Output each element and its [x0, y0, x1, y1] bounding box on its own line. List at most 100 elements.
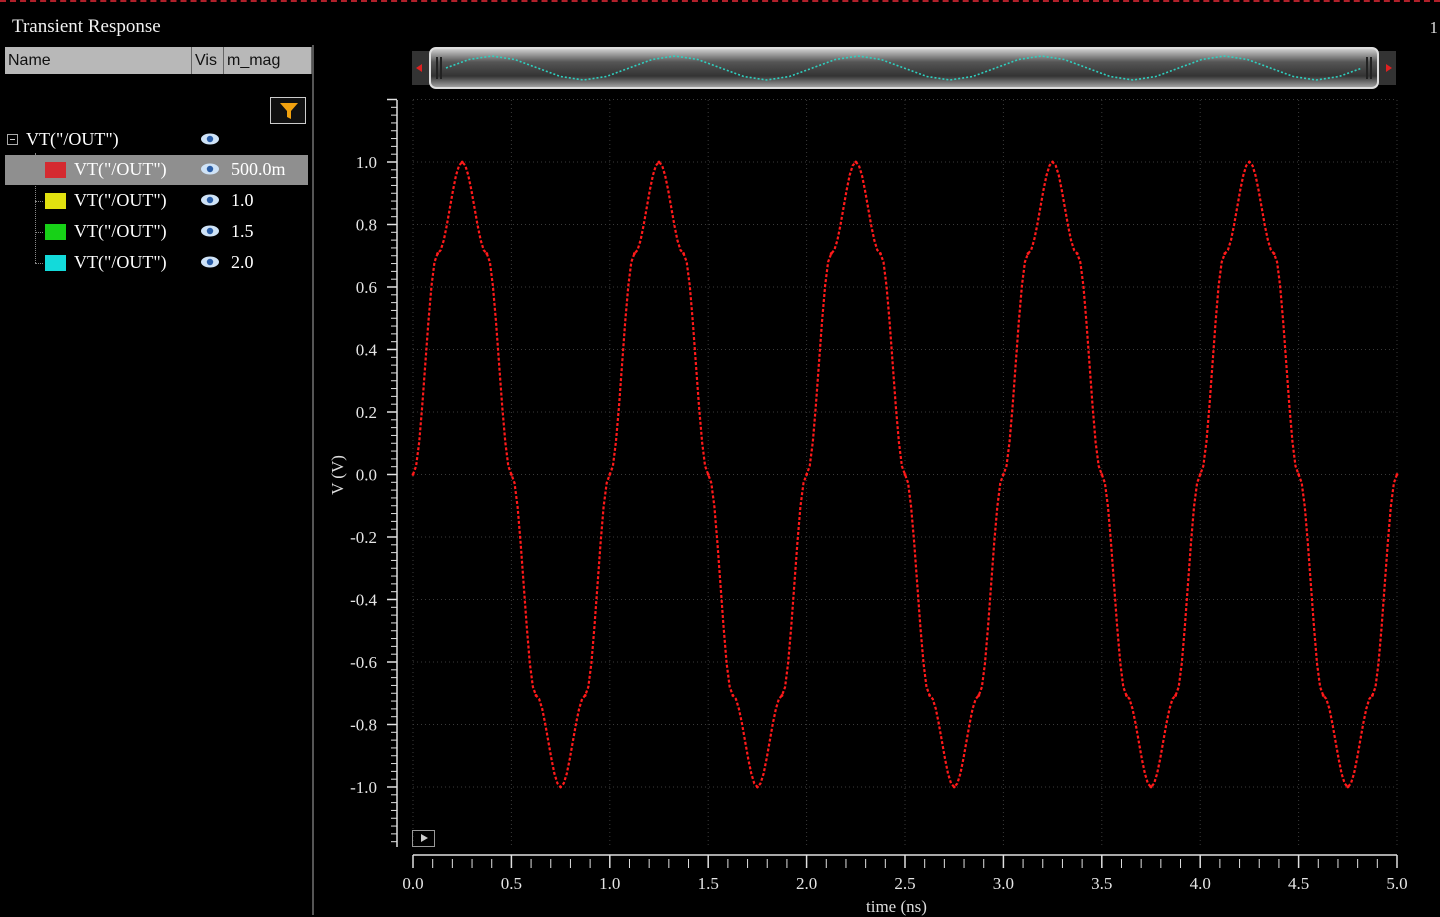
y-tick-label: 0.2 [356, 403, 377, 422]
x-tick-label: 2.0 [796, 874, 817, 893]
y-tick-label: 0.4 [356, 341, 378, 360]
marker-value: 500.0m [231, 159, 286, 179]
x-tick-label: 4.5 [1288, 874, 1309, 893]
y-tick-label: 0.6 [356, 278, 377, 297]
x-tick-label: 1.5 [698, 874, 719, 893]
data-point [657, 160, 661, 164]
data-point [1272, 252, 1276, 255]
data-point [608, 473, 612, 476]
data-point [928, 694, 931, 697]
y-tick-label: -1.0 [350, 778, 377, 797]
column-header-m-mag[interactable]: m_mag [224, 47, 312, 74]
data-point [1100, 473, 1104, 476]
data-point [559, 785, 562, 789]
data-point [903, 473, 907, 476]
eye-icon[interactable] [200, 132, 220, 146]
data-point [780, 694, 784, 697]
column-header-name[interactable]: Name [5, 47, 192, 74]
data-point [682, 252, 685, 255]
column-header-vis[interactable]: Vis [192, 47, 224, 74]
eye-icon[interactable] [200, 255, 220, 269]
marker-value: 1.5 [231, 221, 254, 241]
tree-row-signal-4[interactable]: VT("/OUT") 2.0 [0, 248, 308, 278]
data-point [1371, 694, 1374, 697]
data-point [805, 473, 808, 476]
x-tick-label: 5.0 [1386, 874, 1407, 893]
data-point [854, 160, 858, 164]
waveform-plot[interactable]: 1.0 0.8 0.6 0.4 0.2 0.0 -0.2 -0.4 -0.6 -0.8 -1.0 0.… [330, 95, 1420, 897]
data-point [485, 252, 489, 255]
data-point [731, 694, 735, 697]
data-point [1051, 160, 1054, 164]
data-point [977, 694, 981, 697]
data-point [1297, 473, 1300, 476]
data-point [756, 785, 759, 789]
data-point [510, 473, 513, 476]
data-point [1125, 694, 1128, 697]
data-point [1223, 252, 1227, 255]
window-title: Transient Response [12, 16, 161, 37]
x-tick-label: 3.0 [993, 874, 1014, 893]
x-tick-label: 0.5 [501, 874, 522, 893]
data-point [1321, 694, 1325, 697]
tree-row-signal-2[interactable]: VT("/OUT") 1.0 [0, 186, 308, 216]
x-tick-label: 4.0 [1190, 874, 1211, 893]
data-point [829, 252, 833, 255]
trace-color-swatch [45, 193, 66, 209]
data-point [411, 473, 415, 476]
window-frame-border [0, 0, 1440, 2]
y-tick-label: 1.0 [356, 153, 377, 172]
signal-browser-panel: Name Vis m_mag VT("/OUT") VT("/OUT") 500… [0, 45, 314, 915]
tree-row-parent[interactable]: VT("/OUT") [0, 125, 308, 155]
data-point [583, 694, 587, 697]
trace-color-swatch [45, 162, 66, 178]
funnel-icon [280, 103, 298, 119]
tree-row-signal-3[interactable]: VT("/OUT") 1.5 [0, 217, 308, 247]
trace-color-swatch [45, 255, 66, 271]
data-point [1198, 473, 1202, 476]
marker-value: 2.0 [231, 252, 254, 272]
data-point [706, 473, 710, 476]
x-axis-label: time (ns) [866, 897, 927, 916]
data-point [1149, 785, 1153, 789]
data-point [952, 785, 956, 789]
y-tick-label: -0.4 [350, 591, 377, 610]
data-point [879, 252, 882, 255]
window-corner-label: 1 [1429, 18, 1439, 37]
signal-name: VT("/OUT") [26, 129, 119, 149]
x-tick-label: 0.0 [402, 874, 423, 893]
data-point [1002, 473, 1005, 476]
overview-scroller[interactable] [412, 47, 1396, 89]
data-point [436, 252, 439, 255]
data-point [633, 252, 636, 255]
data-point [460, 160, 464, 164]
y-tick-label: 0.0 [356, 466, 377, 485]
signal-name: VT("/OUT") [74, 159, 167, 179]
signal-name: VT("/OUT") [74, 221, 167, 241]
y-tick-label: 0.8 [356, 216, 377, 235]
x-tick-label: 2.5 [894, 874, 915, 893]
y-tick-label: -0.6 [350, 653, 377, 672]
filter-button[interactable] [270, 97, 306, 124]
trace-color-swatch [45, 224, 66, 240]
data-point [534, 694, 538, 697]
y-tick-label: -0.8 [350, 716, 377, 735]
x-tick-label: 1.0 [599, 874, 620, 893]
marker-value: 1.0 [231, 190, 254, 210]
eye-icon[interactable] [200, 224, 220, 238]
data-point [1174, 694, 1177, 697]
data-point [1346, 785, 1350, 789]
overview-viewport[interactable] [429, 47, 1379, 89]
collapse-toggle-icon[interactable] [7, 134, 18, 145]
tree-row-signal-1[interactable]: VT("/OUT") 500.0m [5, 155, 308, 185]
eye-icon[interactable] [200, 162, 220, 176]
signal-name: VT("/OUT") [74, 252, 167, 272]
data-point [1075, 252, 1079, 255]
play-icon[interactable] [412, 830, 435, 847]
data-point [1248, 160, 1251, 164]
data-point [1395, 473, 1399, 476]
signal-name: VT("/OUT") [74, 190, 167, 210]
eye-icon[interactable] [200, 193, 220, 207]
x-tick-label: 3.5 [1091, 874, 1112, 893]
data-point [1026, 252, 1030, 255]
